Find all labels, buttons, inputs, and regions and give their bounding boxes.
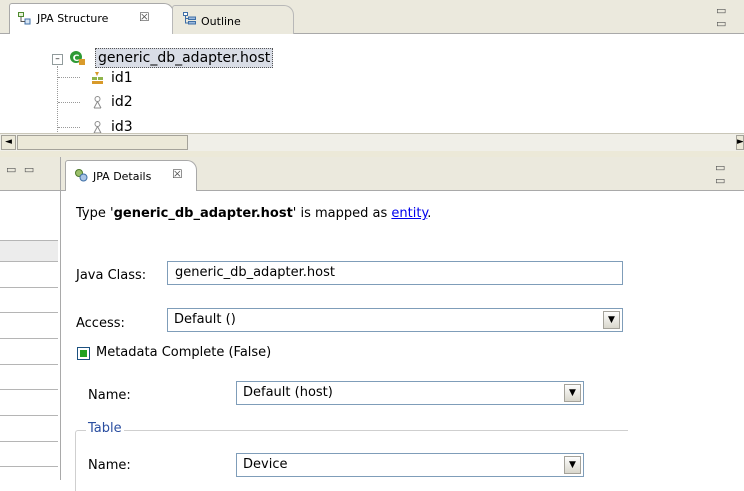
chevron-down-icon[interactable]: ▼ [564,456,581,474]
jpa-structure-icon [18,12,31,25]
svg-text:C: C [73,54,80,64]
chevron-down-icon[interactable]: ▼ [564,384,581,402]
left-view-clipped: ▭ ▭ [0,157,61,480]
tree-connector [58,77,80,78]
view-minmax-controls[interactable]: ▭ ▭ [715,161,744,187]
table-name-label: Name: [88,458,131,473]
details-tab-bar: JPA Details ☒ ▭ ▭ [61,157,744,191]
access-combo[interactable]: Default () ▼ [167,308,623,332]
tab-outline[interactable]: Outline [172,5,294,34]
metadata-complete-checkbox[interactable] [77,347,90,360]
close-icon[interactable]: ☒ [139,10,150,24]
table-group-label: Table [86,421,124,436]
entity-icon: C [69,50,85,66]
java-class-label: Java Class: [76,268,147,283]
divider [0,312,58,313]
divider [0,441,58,442]
basic-attribute-icon [90,120,105,133]
left-view-header-cell [0,240,58,261]
tab-jpa-structure[interactable]: JPA Structure ☒ [9,3,174,34]
tristate-indicator-icon [80,350,87,357]
java-class-field[interactable]: generic_db_adapter.host [167,261,623,285]
entity-name-label: Name: [88,388,131,403]
tree-item-id3[interactable]: id3 [111,116,133,133]
chevron-down-icon[interactable]: ▼ [603,311,620,329]
divider [0,466,58,467]
entity-name-combo[interactable]: Default (host) ▼ [236,381,584,405]
table-name-value: Device [243,457,288,472]
divider [0,261,58,262]
divider [0,338,58,339]
view-minmax-controls[interactable]: ▭ ▭ [6,163,36,176]
close-icon[interactable]: ☒ [172,167,183,181]
horizontal-scrollbar[interactable]: ◄ ► [0,133,744,151]
scroll-left-button[interactable]: ◄ [1,135,16,150]
entity-link[interactable]: entity [391,206,427,221]
scroll-right-button[interactable]: ► [736,135,744,150]
tab-jpa-structure-label: JPA Structure [37,12,109,25]
tree-item-id1[interactable]: id1 [111,67,133,89]
metadata-complete-label: Metadata Complete (False) [96,345,272,360]
tab-jpa-details-label: JPA Details [93,170,152,183]
jpa-details-view: JPA Details ☒ ▭ ▭ Type 'generic_db_adapt… [61,157,744,491]
id-attribute-icon [90,71,105,86]
divider [0,287,58,288]
tree-item-id2[interactable]: id2 [111,91,133,113]
divider [0,389,58,390]
jpa-structure-view: JPA Structure ☒ Outline ▭ ▭ – C generic_… [0,0,744,153]
mapping-description: Type 'generic_db_adapter.host' is mapped… [76,206,431,221]
divider [0,415,58,416]
mapping-suffix: . [427,206,432,221]
access-value: Default () [174,312,236,327]
tree-connector [58,127,80,128]
view-minmax-controls[interactable]: ▭ ▭ [716,4,744,30]
structure-tree: – C generic_db_adapter.host id1 id2 id3 [0,34,744,133]
outline-icon [183,12,196,25]
divider [0,364,58,365]
collapse-icon[interactable]: – [52,54,63,65]
table-name-combo[interactable]: Device ▼ [236,453,584,477]
divider [0,240,58,241]
mapping-type-name: generic_db_adapter.host [113,206,293,221]
scroll-thumb[interactable] [17,135,188,150]
tab-outline-label: Outline [201,15,241,28]
mapping-middle: ' is mapped as [292,206,392,221]
tree-item-root[interactable]: generic_db_adapter.host [95,48,274,68]
access-label: Access: [76,316,125,331]
jpa-details-icon [74,168,88,182]
basic-attribute-icon [90,95,105,110]
tree-connector [58,102,80,103]
tab-jpa-details[interactable]: JPA Details ☒ [65,160,197,191]
mapping-prefix: Type ' [76,206,114,221]
view-tab-bar: JPA Structure ☒ Outline ▭ ▭ [0,0,744,34]
entity-name-value: Default (host) [243,385,333,400]
left-view-header: ▭ ▭ [0,157,60,191]
